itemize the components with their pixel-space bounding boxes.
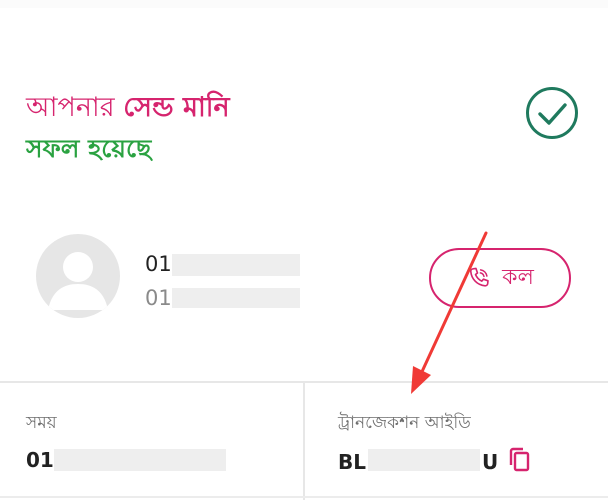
txn-id-value-start: BL <box>338 450 366 474</box>
top-bar <box>0 0 608 8</box>
status-title: আপনার সেন্ড মানি <box>26 88 230 128</box>
call-button[interactable]: কল <box>429 248 571 308</box>
divider-bottom <box>0 496 608 498</box>
time-label: সময় <box>26 413 57 433</box>
txn-id-label: ট্রানজেকশন আইডি <box>338 413 471 433</box>
time-value: 01 <box>26 448 54 472</box>
avatar <box>36 234 120 318</box>
divider-vertical <box>303 383 305 500</box>
recipient-number: 01 <box>145 252 172 276</box>
redacted-time <box>54 449 226 471</box>
status-emphasis: সেন্ড মানি <box>123 92 230 123</box>
status-message: আপনার সেন্ড মানি সফল হয়েছে <box>26 88 230 170</box>
call-button-label: কল <box>502 264 534 290</box>
check-circle-icon <box>526 87 578 139</box>
txn-id-value-end: U <box>482 450 499 474</box>
recipient-number-secondary: 01 <box>145 286 172 310</box>
copy-icon[interactable] <box>506 446 532 474</box>
phone-icon <box>470 267 489 287</box>
user-avatar-icon <box>48 252 108 310</box>
redacted-number-secondary <box>172 288 300 308</box>
status-result: সফল হয়েছে <box>26 134 152 163</box>
redacted-number <box>172 254 300 276</box>
redacted-txn-id <box>368 449 480 471</box>
status-prefix: আপনার <box>26 92 124 123</box>
